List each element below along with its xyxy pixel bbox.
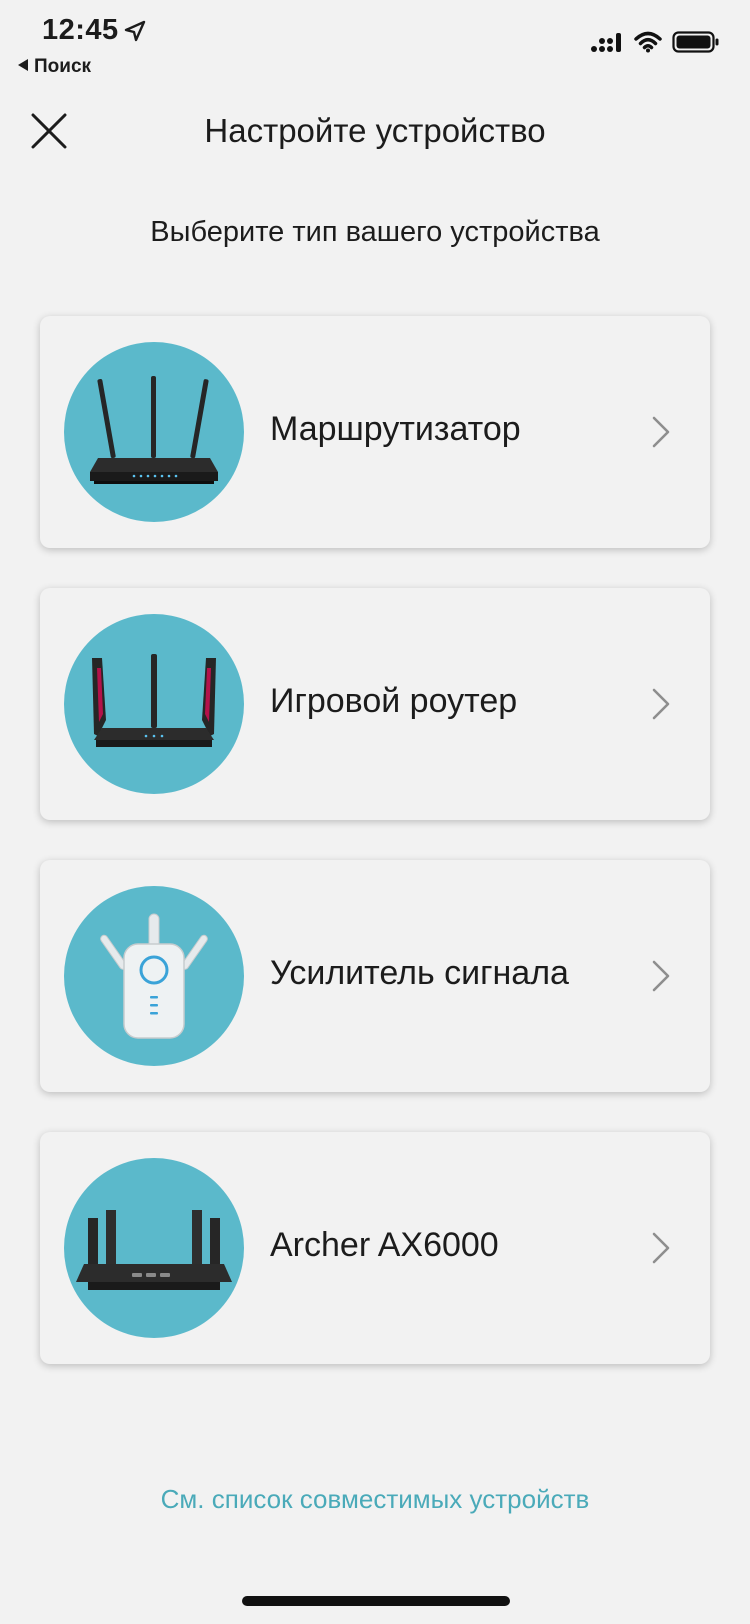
wifi-icon <box>634 31 662 53</box>
status-time: 12:45 <box>42 14 119 46</box>
compatible-devices-link[interactable]: См. список совместимых устройств <box>0 1484 750 1515</box>
device-image-circle <box>64 886 244 1066</box>
device-image-circle <box>64 1158 244 1338</box>
device-type-prompt: Выберите тип вашего устройства <box>150 216 600 248</box>
chevron-right-icon <box>652 1232 670 1264</box>
range-extender-icon <box>100 913 208 1039</box>
device-option-range-extender[interactable]: Усилитель сигнала <box>40 860 710 1092</box>
page-title: Настройте устройство <box>204 112 546 149</box>
gaming-router-icon <box>92 654 216 747</box>
chevron-right-icon <box>652 960 670 992</box>
back-app-label: Поиск <box>34 56 92 77</box>
location-arrow-icon <box>124 20 146 42</box>
cellular-signal-icon <box>591 33 621 52</box>
back-to-search-link[interactable]: Поиск <box>18 56 91 78</box>
status-bar: 12:45 Поиск <box>0 0 750 80</box>
device-image-circle <box>64 342 244 522</box>
device-option-label: Archer AX6000 <box>270 1226 499 1264</box>
device-option-archer-ax6000[interactable]: Archer AX6000 <box>40 1132 710 1364</box>
chevron-right-icon <box>652 688 670 720</box>
device-option-label: Игровой роутер <box>270 682 518 720</box>
device-option-router[interactable]: Маршрутизатор <box>40 316 710 548</box>
router-icon <box>90 376 218 484</box>
device-image-circle <box>64 614 244 794</box>
back-triangle-icon <box>18 59 28 71</box>
device-option-gaming-router[interactable]: Игровой роутер <box>40 588 710 820</box>
device-option-label: Маршрутизатор <box>270 410 521 448</box>
status-indicators <box>590 30 720 54</box>
battery-icon <box>672 31 719 53</box>
device-option-label: Усилитель сигнала <box>270 954 569 992</box>
header: Настройте устройство <box>0 100 750 164</box>
chevron-right-icon <box>652 416 670 448</box>
home-indicator <box>242 1596 510 1606</box>
archer-ax6000-icon <box>76 1210 232 1290</box>
